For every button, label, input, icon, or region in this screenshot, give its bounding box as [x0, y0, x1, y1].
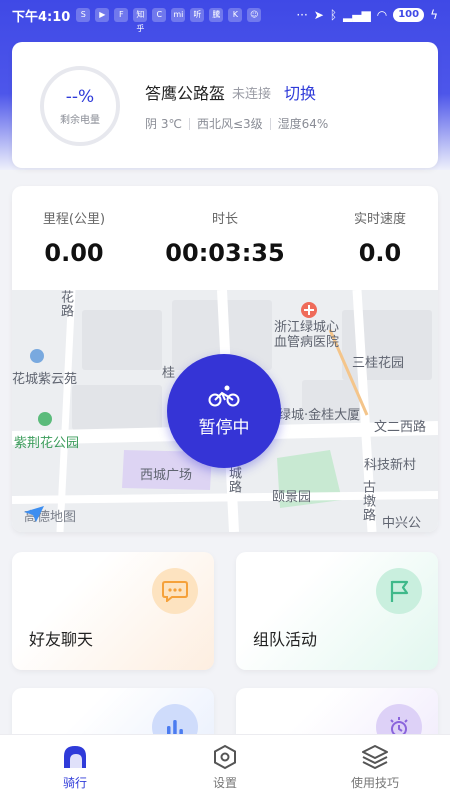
map-label: 中兴公 — [382, 516, 422, 531]
bluetooth-icon: ᛒ — [329, 8, 338, 22]
friend-chat-card[interactable]: 好友聊天 — [12, 552, 214, 670]
nav-settings[interactable]: 设置 — [170, 744, 280, 791]
map-label: 花城紫云苑 — [12, 372, 78, 387]
map-label: 紫荆花公园 — [14, 436, 80, 451]
battery-label: 剩余电量 — [60, 114, 100, 126]
speed-value: 0.0 — [358, 239, 402, 267]
status-app-icon: C — [152, 8, 167, 22]
map-label: 花路 — [58, 290, 73, 318]
status-time: 下午4:10 — [12, 9, 71, 25]
team-activity-label: 组队活动 — [253, 630, 318, 649]
battery-gauge: --% 剩余电量 — [40, 66, 120, 146]
chat-icon — [152, 568, 198, 614]
layers-icon — [362, 745, 388, 769]
status-app-icon: F — [114, 8, 129, 22]
status-app-icon: 听 — [190, 8, 205, 22]
battery-value: --% — [65, 86, 95, 107]
nav-ride[interactable]: 骑行 — [20, 744, 130, 791]
ride-card: 里程(公里) 0.00 时长 00:03:35 实时速度 0.0 花路 花城紫云… — [12, 186, 438, 532]
pause-label: 暂停中 — [198, 417, 250, 438]
status-app-icon: S — [76, 8, 91, 22]
battery-icon: 100 — [393, 8, 425, 22]
signal-icon: ▂▄▆ — [343, 8, 371, 22]
divider — [188, 117, 190, 130]
weather-condition: 阴 3℃ — [145, 117, 182, 131]
switch-device-button[interactable]: 切换 — [284, 80, 316, 104]
status-app-icon: 知乎 — [133, 8, 148, 33]
friend-chat-label: 好友聊天 — [29, 630, 94, 649]
map-label: 古墩路 — [360, 480, 375, 522]
map-provider-logo: 高德地图 — [24, 506, 76, 525]
map-label: 科技新村 — [364, 458, 417, 473]
ride-tab-icon — [64, 746, 86, 768]
status-app-icon: mi — [171, 8, 186, 22]
status-app-icon: K — [228, 8, 243, 22]
map-label: 桂 — [162, 366, 176, 381]
duration-stat: 时长 00:03:35 — [165, 208, 285, 267]
nav-tips[interactable]: 使用技巧 — [320, 744, 430, 791]
duration-value: 00:03:35 — [165, 239, 285, 267]
connection-status: 未连接 — [232, 87, 272, 102]
speed-stat: 实时速度 0.0 — [320, 208, 438, 267]
weather-info: 阴 3℃ 西北风≤3级 湿度64% — [145, 115, 328, 132]
map-label: 颐景园 — [272, 490, 312, 505]
wifi-icon: ◠ — [376, 8, 388, 22]
bike-icon — [208, 385, 240, 406]
device-name: 答鹰公路盔 — [145, 84, 226, 103]
map-provider-icon — [24, 506, 44, 522]
map-label: 城路 — [226, 466, 241, 494]
duration-label: 时长 — [211, 212, 238, 227]
distance-value: 0.00 — [44, 239, 104, 267]
nav-tips-label: 使用技巧 — [350, 776, 399, 790]
distance-label: 里程(公里) — [42, 212, 106, 227]
charging-icon: ϟ — [430, 8, 438, 22]
map-label: 文二西路 — [374, 420, 427, 435]
team-activity-card[interactable]: 组队活动 — [236, 552, 438, 670]
more-icon: ··· — [296, 8, 308, 22]
divider — [269, 117, 271, 130]
distance-stat: 里程(公里) 0.00 — [14, 208, 134, 267]
location-icon: ➤ — [313, 8, 324, 22]
map-label: 浙江绿城心血管病医院 — [274, 320, 340, 350]
speed-label: 实时速度 — [353, 212, 406, 227]
settings-hexagon-icon — [214, 744, 236, 770]
status-right: ··· ➤ ᛒ ▂▄▆ ◠ 100 ϟ — [296, 8, 438, 22]
status-app-icon: 騰 — [209, 8, 224, 22]
status-bar: 下午4:10 S ▶ F 知乎 C mi 听 騰 K ☺ ··· ➤ ᛒ ▂▄▆… — [0, 0, 450, 33]
flag-icon — [376, 568, 422, 614]
pause-button[interactable]: 暂停中 — [167, 354, 281, 468]
weather-humidity: 湿度64% — [277, 117, 329, 131]
weather-wind: 西北风≤3级 — [196, 117, 263, 131]
bottom-navigation: 骑行 设置 使用技巧 — [0, 734, 450, 800]
status-app-icon: ▶ — [95, 8, 110, 22]
device-card: --% 剩余电量 答鹰公路盔 未连接 切换 阴 3℃ 西北风≤3级 湿度64% — [12, 42, 438, 168]
nav-settings-label: 设置 — [212, 776, 237, 790]
nav-ride-label: 骑行 — [62, 776, 87, 790]
map-label: 绿城·金桂大厦 — [278, 408, 361, 423]
map-label: 西城广场 — [140, 468, 193, 483]
map-label: 三桂花园 — [352, 356, 405, 371]
status-app-icon: ☺ — [247, 8, 262, 22]
